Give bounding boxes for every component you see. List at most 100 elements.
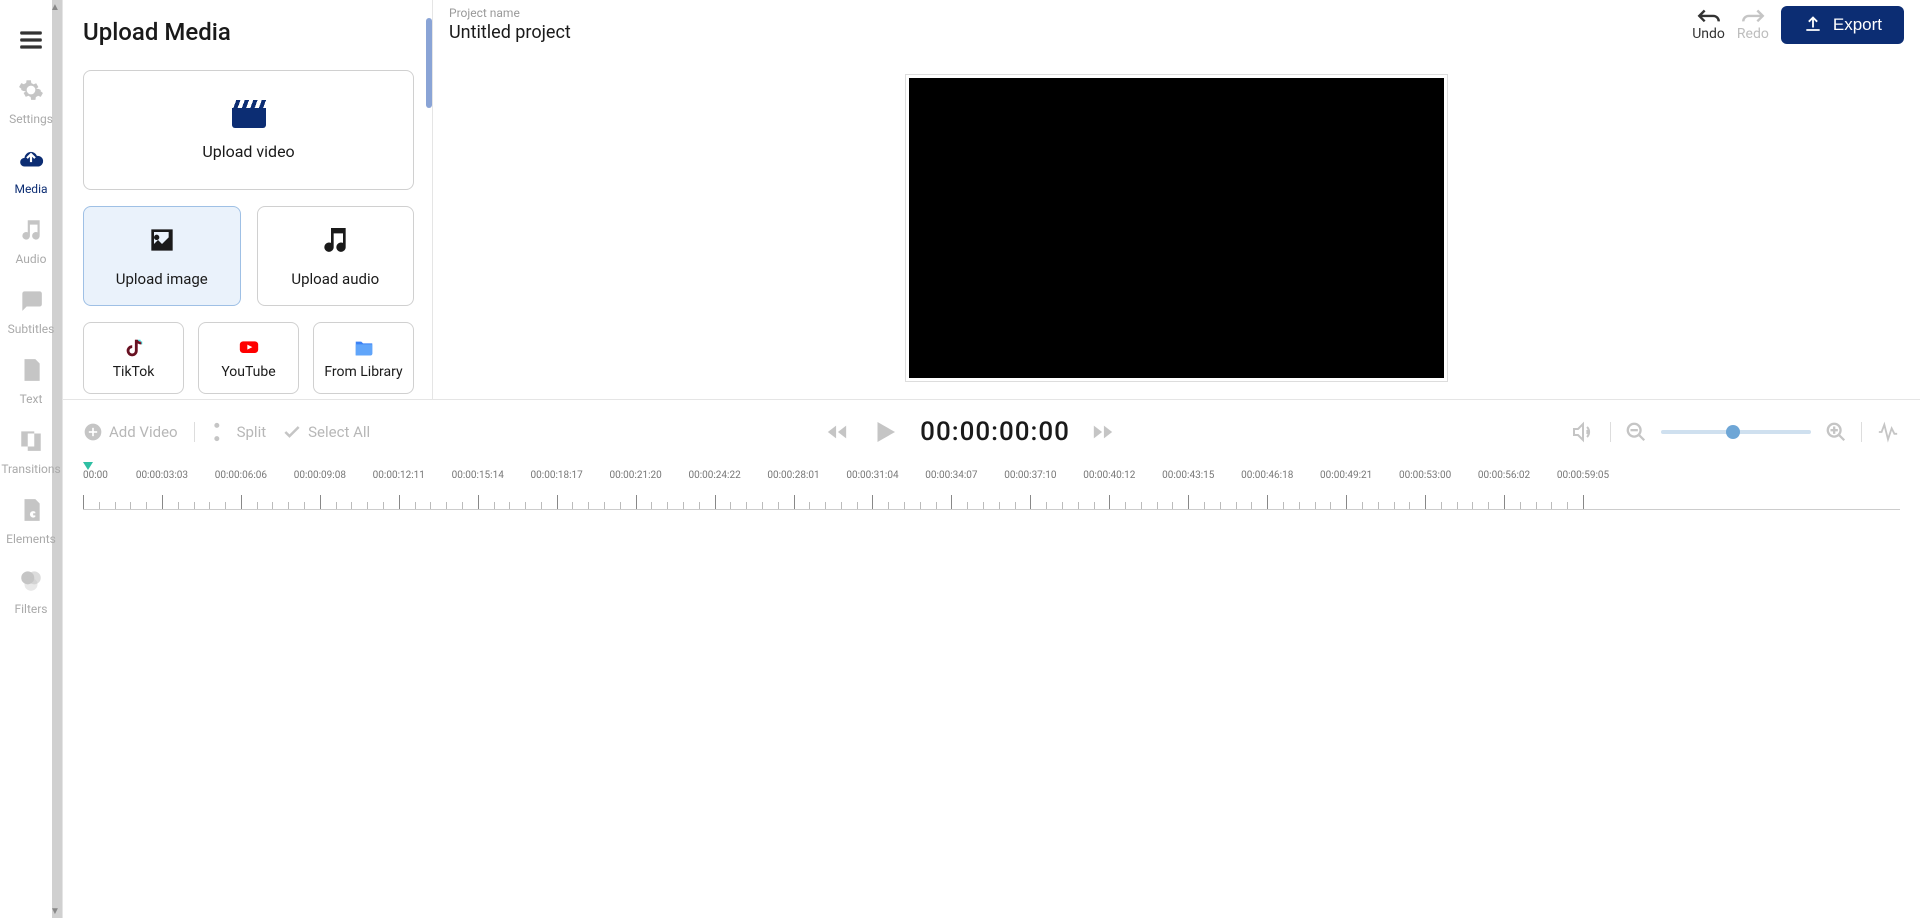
youtube-icon xyxy=(237,336,261,360)
check-icon xyxy=(282,422,302,442)
upload-image-label: Upload image xyxy=(116,270,208,288)
add-video-button[interactable]: Add Video xyxy=(83,422,178,442)
ruler-label: 00:00:06:06 xyxy=(215,470,267,481)
upload-audio-label: Upload audio xyxy=(291,270,379,288)
select-all-button[interactable]: Select All xyxy=(282,422,370,442)
split-button[interactable]: Split xyxy=(211,422,267,442)
source-label: TikTok xyxy=(113,364,155,380)
zoom-out-button[interactable] xyxy=(1625,421,1647,443)
scroll-up-caret[interactable]: ▲ xyxy=(50,2,60,12)
clapper-icon xyxy=(232,100,266,128)
preview-canvas[interactable] xyxy=(909,78,1444,378)
sidebar-label: Settings xyxy=(9,112,53,126)
sidebar-item-subtitles[interactable]: Subtitles xyxy=(0,276,63,346)
preview-area: Project name Untitled project Undo Redo xyxy=(433,0,1920,399)
transitions-icon xyxy=(18,427,44,456)
menu-button[interactable] xyxy=(0,16,63,66)
panel-title: Upload Media xyxy=(83,18,414,46)
ruler-label: 00:00:37:10 xyxy=(1004,470,1056,481)
export-label: Export xyxy=(1833,15,1882,35)
ruler-label: 00:00:15:14 xyxy=(452,470,504,481)
timecode: 00:00:00:00 xyxy=(920,417,1070,447)
export-button[interactable]: Export xyxy=(1781,6,1904,44)
audio-icon xyxy=(319,224,351,260)
ruler-label: 00:00:59:05 xyxy=(1557,470,1609,481)
ruler-label: 00:00:03:03 xyxy=(136,470,188,481)
source-label: From Library xyxy=(324,364,402,380)
sidebar-label: Elements xyxy=(6,532,56,546)
timeline-area: Add Video Split Select All 00:00:0 xyxy=(63,400,1920,918)
waveform-icon[interactable] xyxy=(1876,421,1900,443)
subtitles-icon xyxy=(18,287,44,316)
tiktok-icon xyxy=(122,336,146,360)
source-label: YouTube xyxy=(221,364,275,380)
sidebar-item-filters[interactable]: Filters xyxy=(0,556,63,626)
ruler-label: 00:00:28:01 xyxy=(767,470,819,481)
ruler-label: 00:00:21:20 xyxy=(610,470,662,481)
ruler-label: 00:00:12:11 xyxy=(373,470,425,481)
source-tiktok[interactable]: TikTok xyxy=(83,322,184,394)
next-button[interactable] xyxy=(1090,421,1116,443)
split-label: Split xyxy=(237,423,267,441)
zoom-thumb[interactable] xyxy=(1726,425,1740,439)
image-icon xyxy=(146,224,178,260)
scissors-icon xyxy=(211,422,231,442)
sidebar-item-text[interactable]: Text xyxy=(0,346,63,416)
select-all-label: Select All xyxy=(308,423,370,441)
project-name-label: Project name xyxy=(449,6,571,20)
source-youtube[interactable]: YouTube xyxy=(198,322,299,394)
ruler-label: 00:00:43:15 xyxy=(1162,470,1214,481)
sidebar-label: Media xyxy=(14,182,47,196)
cloud-upload-icon xyxy=(18,147,44,176)
gear-icon xyxy=(18,77,44,106)
redo-label: Redo xyxy=(1737,26,1769,42)
zoom-slider[interactable] xyxy=(1661,430,1811,434)
redo-button[interactable]: Redo xyxy=(1737,8,1769,42)
undo-label: Undo xyxy=(1692,26,1725,42)
sidebar-label: Transitions xyxy=(1,462,60,476)
volume-button[interactable] xyxy=(1570,420,1596,444)
text-icon xyxy=(18,357,44,386)
sidebar-item-transitions[interactable]: Transitions xyxy=(0,416,63,486)
upload-icon xyxy=(1803,15,1823,35)
sidebar-label: Subtitles xyxy=(8,322,55,336)
plus-circle-icon xyxy=(83,422,103,442)
elements-icon xyxy=(18,497,44,526)
ruler-label: 00:00:53:00 xyxy=(1399,470,1451,481)
ruler-label: 00:00:24:22 xyxy=(688,470,740,481)
sidebar-item-elements[interactable]: Elements xyxy=(0,486,63,556)
sidebar-item-settings[interactable]: Settings xyxy=(0,66,63,136)
sidebar-label: Text xyxy=(20,392,43,406)
ruler-label: 00:00:40:12 xyxy=(1083,470,1135,481)
hamburger-icon xyxy=(18,27,44,56)
ruler-label: 00:00:46:18 xyxy=(1241,470,1293,481)
upload-image-card[interactable]: Upload image xyxy=(83,206,241,306)
timeline-ruler[interactable]: 00:00 00:00:03:03 00:00:06:06 00:00:09:08 00… xyxy=(83,470,1900,520)
sidebar-item-media[interactable]: Media xyxy=(0,136,63,206)
music-icon xyxy=(18,217,44,246)
ruler-label: 00:00:09:08 xyxy=(294,470,346,481)
ruler-label: 00:00:34:07 xyxy=(925,470,977,481)
filters-icon xyxy=(18,567,44,596)
source-library[interactable]: From Library xyxy=(313,322,414,394)
upload-video-card[interactable]: Upload video xyxy=(83,70,414,190)
scroll-down-caret[interactable]: ▼ xyxy=(50,906,60,916)
ruler-label: 00:00 xyxy=(83,470,108,481)
upload-video-label: Upload video xyxy=(202,142,294,161)
media-panel: Upload Media Upload video Upload image xyxy=(63,0,433,399)
upload-audio-card[interactable]: Upload audio xyxy=(257,206,415,306)
project-name[interactable]: Untitled project xyxy=(449,22,571,43)
add-video-label: Add Video xyxy=(109,423,178,441)
panel-scrollbar[interactable] xyxy=(426,18,432,108)
ruler-label: 00:00:31:04 xyxy=(846,470,898,481)
ruler-label: 00:00:49:21 xyxy=(1320,470,1372,481)
ruler-label: 00:00:56:02 xyxy=(1478,470,1530,481)
undo-button[interactable]: Undo xyxy=(1692,8,1725,42)
play-button[interactable] xyxy=(870,417,900,447)
sidebar-label: Filters xyxy=(14,602,47,616)
prev-button[interactable] xyxy=(824,421,850,443)
sidebar-label: Audio xyxy=(16,252,47,266)
sidebar-item-audio[interactable]: Audio xyxy=(0,206,63,276)
ruler-label: 00:00:18:17 xyxy=(531,470,583,481)
zoom-in-button[interactable] xyxy=(1825,421,1847,443)
